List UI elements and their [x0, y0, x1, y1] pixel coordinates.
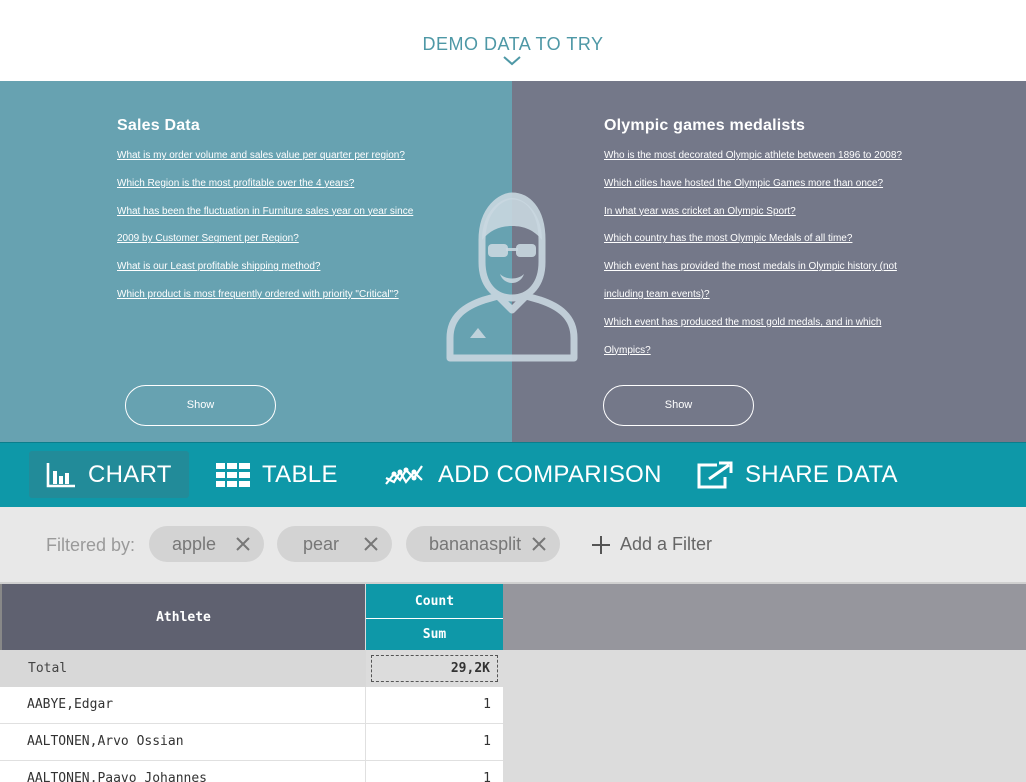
table-grid-icon: [216, 462, 250, 487]
demo-title: DEMO DATA TO TRY: [422, 34, 604, 54]
question-link[interactable]: Which event has provided the most medals…: [604, 253, 902, 281]
olympic-data-panel: Olympic games medalists Who is the most …: [512, 81, 1026, 442]
close-icon[interactable]: [363, 536, 379, 552]
table-row[interactable]: AALTONEN,Arvo Ossian 1: [0, 724, 503, 761]
question-link[interactable]: including team events)?: [604, 281, 902, 309]
filter-label: Filtered by:: [46, 535, 136, 555]
tab-label: TABLE: [262, 460, 338, 488]
filter-bar: Filtered by: apple pear bananasplit Add …: [0, 507, 1026, 584]
aggregate-header-sum[interactable]: Sum: [366, 619, 503, 650]
question-link[interactable]: In what year was cricket an Olympic Spor…: [604, 198, 902, 226]
question-link[interactable]: Who is the most decorated Olympic athlet…: [604, 142, 902, 170]
plus-icon: [592, 535, 610, 554]
show-sales-button[interactable]: Show: [125, 385, 276, 426]
row-value: 1: [483, 771, 491, 782]
total-label: Total: [0, 650, 366, 687]
question-link[interactable]: Which Region is the most profitable over…: [117, 170, 413, 198]
demo-datasets: Sales Data What is my order volume and s…: [0, 81, 1026, 442]
pivot-table: Athlete Count Sum Total 29,2K AABYE,Edga…: [0, 584, 1026, 782]
filter-chip[interactable]: bananasplit: [406, 526, 560, 562]
total-value[interactable]: 29,2K: [371, 655, 498, 682]
show-olympic-button[interactable]: Show: [603, 385, 754, 426]
panel-title-sales: Sales Data: [117, 117, 200, 134]
close-icon[interactable]: [531, 536, 547, 552]
bar-chart-icon: [46, 462, 75, 487]
question-link[interactable]: Which country has the most Olympic Medal…: [604, 225, 902, 253]
row-value: 1: [483, 697, 491, 712]
measure-header-count[interactable]: Count: [366, 584, 503, 619]
filter-chip-label: apple: [172, 533, 217, 554]
tab-table[interactable]: TABLE: [216, 451, 338, 498]
filter-chip[interactable]: apple: [149, 526, 264, 562]
panel-title-olympic: Olympic games medalists: [604, 117, 806, 134]
question-link[interactable]: What has been the fluctuation in Furnitu…: [117, 198, 413, 226]
tab-chart[interactable]: CHART: [29, 451, 189, 498]
row-athlete: AALTONEN,Arvo Ossian: [0, 724, 366, 761]
question-link[interactable]: Which product is most frequently ordered…: [117, 281, 413, 309]
question-link[interactable]: 2009 by Customer Segment per Region?: [117, 225, 413, 253]
filter-chip-label: bananasplit: [429, 533, 522, 554]
sales-questions: What is my order volume and sales value …: [117, 142, 413, 309]
share-icon: [697, 461, 733, 488]
row-value: 1: [483, 734, 491, 749]
line-chart-icon: [385, 464, 423, 485]
add-filter-button[interactable]: Add a Filter: [592, 534, 712, 555]
question-link[interactable]: Which event has produced the most gold m…: [604, 309, 902, 337]
table-row[interactable]: AABYE,Edgar 1: [0, 687, 503, 724]
row-athlete: AABYE,Edgar: [0, 687, 366, 724]
chevron-down-icon[interactable]: [503, 56, 521, 66]
tab-label: SHARE DATA: [745, 460, 898, 488]
tab-label: CHART: [88, 460, 172, 488]
table-header-filler: [503, 584, 1026, 650]
demo-header: DEMO DATA TO TRY: [0, 0, 1026, 81]
close-icon[interactable]: [235, 536, 251, 552]
row-athlete: AALTONEN,Paavo Johannes: [0, 761, 366, 782]
olympic-questions: Who is the most decorated Olympic athlet…: [604, 142, 902, 364]
total-row: Total 29,2K: [0, 650, 1026, 687]
filter-chip[interactable]: pear: [277, 526, 392, 562]
question-link[interactable]: What is our Least profitable shipping me…: [117, 253, 413, 281]
filter-chip-label: pear: [303, 533, 340, 554]
tab-add-comparison[interactable]: ADD COMPARISON: [384, 451, 662, 498]
question-link[interactable]: What is my order volume and sales value …: [117, 142, 413, 170]
person-avatar-icon: [446, 192, 578, 362]
add-filter-label: Add a Filter: [620, 534, 713, 554]
tab-share-data[interactable]: SHARE DATA: [695, 451, 898, 498]
tab-label: ADD COMPARISON: [438, 460, 662, 488]
question-link[interactable]: Which cities have hosted the Olympic Gam…: [604, 170, 902, 198]
sales-data-panel: Sales Data What is my order volume and s…: [0, 81, 512, 442]
question-link[interactable]: Olympics?: [604, 337, 902, 365]
view-tabs: CHART TABLE ADD COMPARISON SHARE DATA: [0, 442, 1026, 507]
table-row[interactable]: AALTONEN,Paavo Johannes 1: [0, 761, 503, 782]
column-header-athlete[interactable]: Athlete: [0, 584, 365, 650]
